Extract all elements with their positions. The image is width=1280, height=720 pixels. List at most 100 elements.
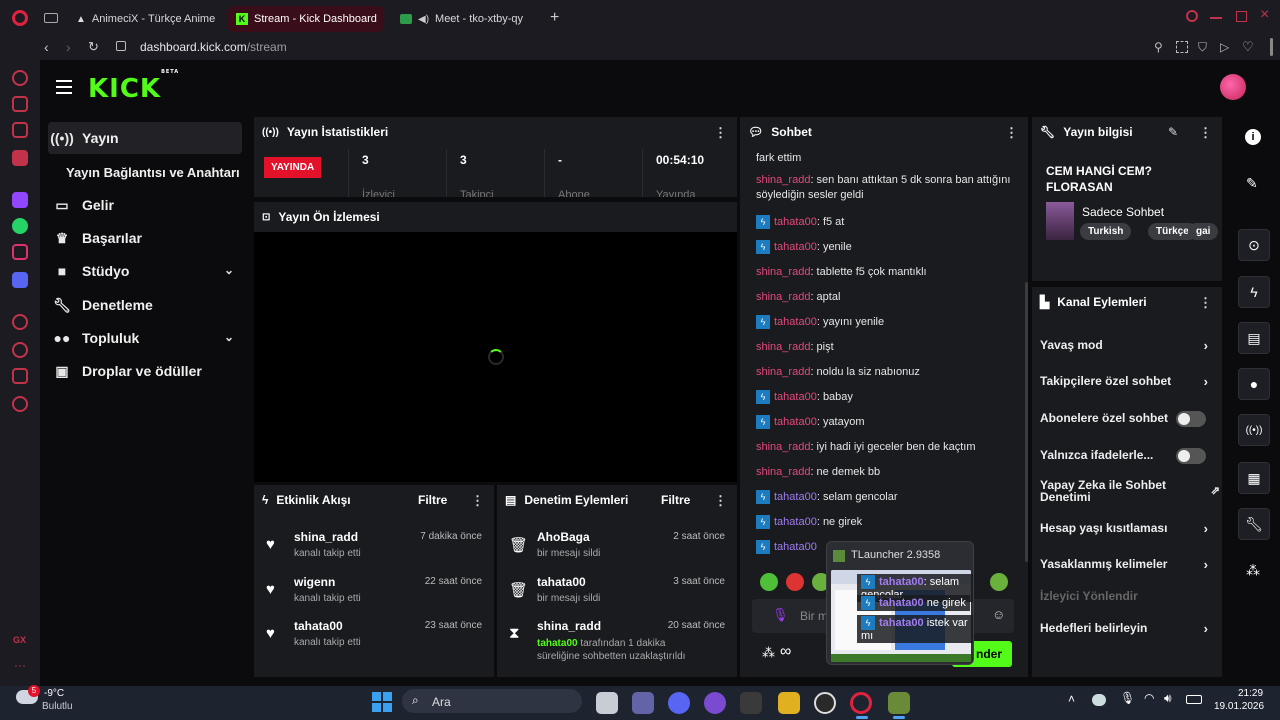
instagram-icon[interactable] (12, 244, 28, 260)
activity-user[interactable]: shina_radd (294, 530, 358, 544)
tab-animecix[interactable]: ▲ AnimeciX - Türkçe Anime (68, 6, 216, 32)
pin-icon[interactable]: ⚲ (1154, 40, 1163, 54)
player-icon[interactable] (12, 314, 28, 330)
twitch-icon[interactable] (12, 192, 28, 208)
minimize-button[interactable] (1210, 17, 1222, 19)
more-options-icon[interactable]: ⋮ (714, 125, 727, 141)
activity-user[interactable]: tahata00 (294, 619, 343, 633)
opera-logo-icon[interactable] (12, 10, 28, 26)
minecraft-icon[interactable] (888, 692, 910, 714)
notes-tool-button[interactable]: ▤ (1238, 322, 1270, 354)
action-account-age[interactable]: Hesap yaşı kısıtlaması › (1040, 521, 1214, 539)
mod-user[interactable]: tahata00 (537, 575, 586, 589)
whatsapp-icon[interactable] (12, 218, 28, 234)
maximize-button[interactable] (1236, 11, 1247, 22)
edit-icon[interactable]: ✎ (1168, 125, 1178, 139)
action-set-goals[interactable]: Hedefleri belirleyin › (1040, 621, 1214, 639)
category-thumbnail[interactable] (1046, 202, 1074, 240)
more-options-icon[interactable]: ⋮ (1005, 125, 1018, 141)
new-tab-button[interactable]: + (550, 9, 559, 27)
back-icon[interactable]: ‹ (44, 39, 49, 55)
heart-icon[interactable]: ♡ (1242, 39, 1254, 55)
chat-username[interactable]: shina_radd (756, 266, 810, 278)
hamburger-menu-icon[interactable] (56, 80, 72, 94)
action-slow-mode[interactable]: Yavaş mod › (1040, 338, 1214, 356)
emote-icon[interactable] (760, 573, 778, 591)
tray-chevron-up-icon[interactable]: ˄ (1068, 692, 1075, 706)
tab-meet[interactable]: ◀) Meet - tko-xtby-qy (392, 6, 544, 32)
forward-icon[interactable]: › (66, 39, 71, 55)
clock-date[interactable]: 19.01.2026 (1214, 701, 1264, 712)
history-icon[interactable] (12, 342, 28, 358)
nav-item-basarilar[interactable]: ♛ Başarılar (48, 222, 242, 254)
start-button[interactable] (372, 692, 392, 712)
chat-username[interactable]: shina_radd (756, 174, 810, 186)
gx-icon[interactable]: GX (13, 635, 26, 645)
shield-icon[interactable]: ⛉ (1198, 40, 1207, 55)
chat-username[interactable]: tahata00 (774, 541, 817, 553)
chat-username[interactable]: tahata00 (774, 491, 817, 503)
nav-item-gelir[interactable]: ▭ Gelir (48, 189, 242, 221)
emoji-icon[interactable]: ☺ (992, 607, 1005, 622)
chat-username[interactable]: tahata00 (774, 516, 817, 528)
wifi-icon[interactable]: ◠ (1144, 691, 1154, 705)
microphone-icon[interactable]: 🎙︎ (772, 607, 789, 623)
emote-icon[interactable] (786, 573, 804, 591)
user-avatar[interactable] (1220, 74, 1246, 100)
search-tabs-icon[interactable] (1186, 10, 1198, 22)
tab-strip-icon[interactable] (44, 13, 58, 23)
chat-username[interactable]: tahata00 (774, 316, 817, 328)
kick-logo[interactable]: KICKBETA (88, 69, 179, 104)
volume-icon[interactable]: 🔊︎ (1164, 691, 1172, 706)
action-followers-only[interactable]: Takipçilere özel sohbet › (1040, 374, 1214, 392)
obs-icon[interactable] (814, 692, 836, 714)
layout-tool-button[interactable]: ▦ (1238, 462, 1270, 494)
infinity-icon[interactable]: ∞ (780, 643, 791, 661)
chat-username[interactable]: tahata00 (774, 241, 817, 253)
tab-kick-dashboard[interactable]: K Stream - Kick Dashboard (228, 6, 384, 32)
more-tools-icon[interactable]: ⁂ (1246, 562, 1260, 579)
app-icon[interactable] (740, 692, 762, 714)
task-view-icon[interactable] (596, 692, 618, 714)
emotes-only-toggle[interactable] (1176, 448, 1206, 464)
more-options-icon[interactable]: ⋮ (471, 493, 484, 509)
battery-icon[interactable] (1186, 695, 1202, 704)
clock-time[interactable]: 21:29 (1238, 688, 1263, 699)
chat-username[interactable]: tahata00 (774, 416, 817, 428)
nav-item-droplar[interactable]: ▣ Droplar ve ödüller (48, 355, 242, 387)
chat-username[interactable]: tahata00 (774, 216, 817, 228)
chat-settings-icon[interactable]: ⁂ (762, 645, 775, 661)
discord-icon[interactable] (668, 692, 690, 714)
emote-icon[interactable] (990, 573, 1008, 591)
reload-icon[interactable]: ↻ (88, 39, 99, 55)
music-player-icon[interactable] (12, 122, 28, 138)
pencil-icon[interactable]: ✎ (1246, 175, 1258, 192)
more-options-icon[interactable]: ⋮ (714, 493, 727, 509)
chat-tool-button[interactable]: ● (1238, 368, 1270, 400)
settings-icon[interactable] (12, 396, 28, 412)
taskbar-search[interactable]: ⌕ Ara (402, 689, 582, 713)
chat-username[interactable]: shina_radd (756, 291, 810, 303)
play-icon[interactable]: ▷ (1220, 40, 1229, 54)
nav-item-topluluk[interactable]: ●● Topluluk ⌄ (48, 322, 242, 354)
url-field[interactable]: dashboard.kick.com/stream (140, 40, 287, 54)
opera-gx-icon[interactable] (850, 692, 872, 714)
mod-user[interactable]: AhoBaga (537, 530, 590, 544)
subscribers-only-toggle[interactable] (1176, 411, 1206, 427)
tray-app-icon[interactable] (1092, 694, 1106, 706)
action-banned-words[interactable]: Yasaklanmış kelimeler › (1040, 557, 1214, 575)
taskbar-preview-popup[interactable]: TLauncher 2.9358 ϟtahata00: selam gencol… (826, 541, 974, 665)
screenshot-icon[interactable] (1176, 41, 1188, 53)
sidebar-toggle-icon[interactable] (1270, 38, 1273, 56)
teams-icon[interactable] (632, 692, 654, 714)
app-icon[interactable] (704, 692, 726, 714)
nav-item-stream-key[interactable]: Yayın Bağlantısı ve Anahtarı (48, 156, 242, 188)
chat-username[interactable]: shina_radd (756, 341, 810, 353)
filter-button[interactable]: Filtre (661, 493, 690, 507)
wrench-tool-button[interactable]: 🔧︎ (1238, 508, 1270, 540)
category-name[interactable]: Sadece Sohbet (1082, 205, 1164, 219)
more-options-icon[interactable]: ⋮ (1199, 125, 1212, 141)
tag-chip[interactable]: gai (1188, 223, 1219, 240)
app-icon[interactable] (778, 692, 800, 714)
broadcast-tool-button[interactable]: ((•)) (1238, 414, 1270, 446)
